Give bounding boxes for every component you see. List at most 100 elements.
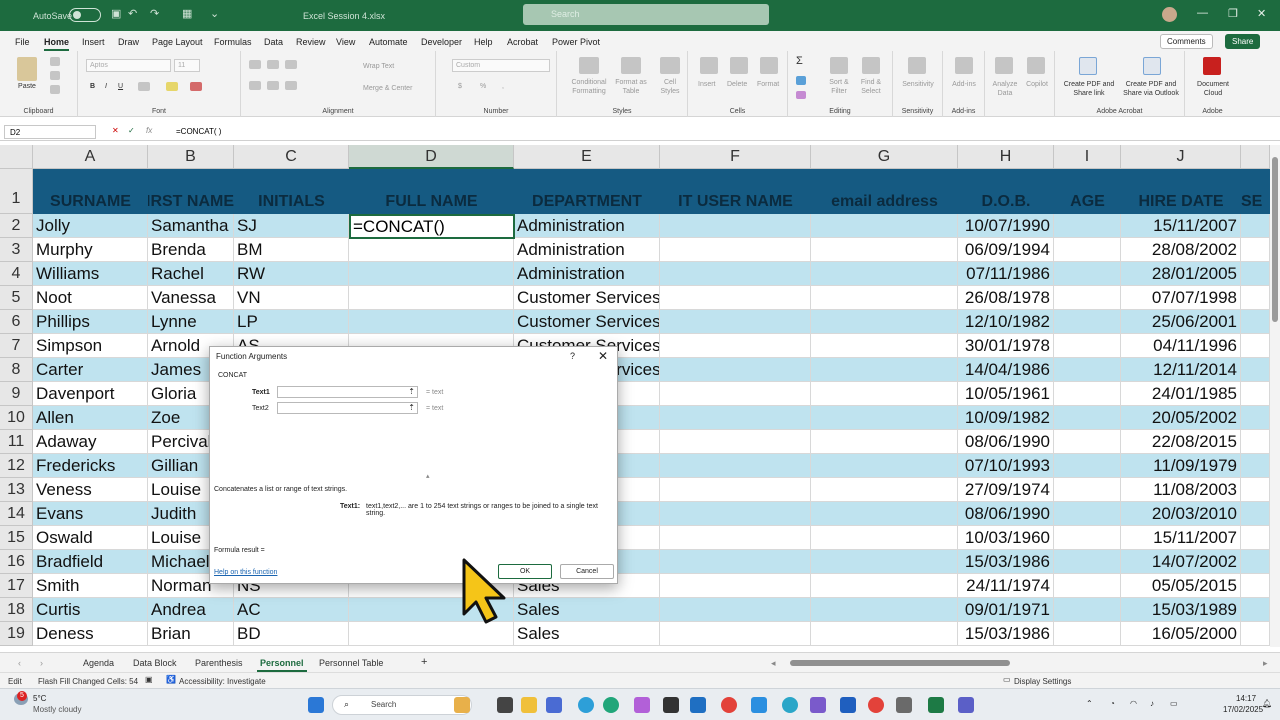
empty-cell[interactable] (1054, 622, 1121, 646)
dob-cell[interactable]: 10/05/1961 (958, 382, 1054, 406)
cancel-icon[interactable]: ✕ (112, 126, 119, 135)
empty-cell[interactable] (660, 286, 811, 310)
menu-home[interactable]: Home (44, 37, 70, 51)
merge-center-button[interactable]: Merge & Center (363, 84, 412, 93)
dob-cell[interactable]: 07/11/1986 (958, 262, 1054, 286)
format-painter-icon[interactable] (50, 85, 60, 94)
surname-cell[interactable]: Deness (33, 622, 148, 646)
create-pdf-link-icon[interactable] (1079, 57, 1097, 75)
empty-cell[interactable] (660, 358, 811, 382)
dob-cell[interactable]: 15/03/1986 (958, 622, 1054, 646)
add-sheet-icon[interactable]: + (421, 656, 427, 668)
row-header[interactable]: 3 (0, 238, 33, 262)
empty-cell[interactable] (660, 406, 811, 430)
row-header[interactable]: 19 (0, 622, 33, 646)
empty-cell[interactable] (811, 262, 958, 286)
empty-cell[interactable] (811, 478, 958, 502)
edge-dev-icon[interactable] (603, 697, 619, 713)
tab-personnel-table[interactable]: Personnel Table (319, 658, 383, 668)
display-settings-button[interactable]: Display Settings (1014, 677, 1071, 686)
empty-cell[interactable] (811, 574, 958, 598)
restore-icon[interactable]: ❐ (1228, 7, 1238, 20)
align-left-icon[interactable] (249, 81, 261, 90)
tray-volume-icon[interactable]: ♪ (1150, 699, 1154, 708)
text1-input[interactable]: ⇡ (277, 386, 418, 398)
row-header[interactable]: 11 (0, 430, 33, 454)
menu-automate[interactable]: Automate (369, 37, 408, 47)
row-header[interactable]: 18 (0, 598, 33, 622)
format-cells-icon[interactable] (760, 57, 778, 74)
empty-cell[interactable] (349, 286, 514, 310)
empty-cell[interactable] (1241, 526, 1270, 550)
tab-parenthesis[interactable]: Parenthesis (195, 658, 243, 668)
tray-wifi-icon[interactable]: ◠ (1130, 699, 1137, 708)
font-color-icon[interactable] (190, 82, 202, 91)
display-settings-icon[interactable]: ▭ (1003, 675, 1011, 684)
dob-cell[interactable]: 14/04/1986 (958, 358, 1054, 382)
sort-filter-button[interactable]: Sort & Filter (824, 78, 854, 96)
empty-cell[interactable] (1054, 214, 1121, 238)
hire-date-cell[interactable]: 24/01/1985 (1121, 382, 1241, 406)
department-cell[interactable]: Administration (514, 238, 660, 262)
empty-cell[interactable] (660, 622, 811, 646)
close-icon[interactable]: ✕ (1257, 7, 1266, 20)
first-name-cell[interactable]: Andrea (148, 598, 234, 622)
bold-icon[interactable]: B (90, 82, 95, 91)
align-right-icon[interactable] (285, 81, 297, 90)
empty-cell[interactable] (1241, 598, 1270, 622)
empty-cell[interactable] (1241, 478, 1270, 502)
teams-icon[interactable] (958, 697, 974, 713)
dob-cell[interactable]: 10/03/1960 (958, 526, 1054, 550)
column-header-a[interactable]: A (33, 145, 148, 169)
hire-date-cell[interactable]: 04/11/1996 (1121, 334, 1241, 358)
undo-icon[interactable]: ↶ (128, 8, 140, 20)
empty-cell[interactable] (660, 478, 811, 502)
column-header-k[interactable] (1241, 145, 1270, 169)
empty-cell[interactable] (1241, 550, 1270, 574)
empty-cell[interactable] (660, 382, 811, 406)
row-header[interactable]: 13 (0, 478, 33, 502)
empty-cell[interactable] (811, 286, 958, 310)
empty-cell[interactable] (811, 454, 958, 478)
tray-network-icon[interactable]: ◔ (1110, 699, 1115, 708)
paste-icon[interactable] (17, 57, 37, 81)
search-input[interactable]: Search (523, 4, 769, 25)
surname-cell[interactable]: Noot (33, 286, 148, 310)
dialog-help-icon[interactable]: ? (570, 351, 575, 361)
surname-cell[interactable]: Veness (33, 478, 148, 502)
outlook-icon[interactable] (690, 697, 706, 713)
copilot-app-icon[interactable] (634, 697, 650, 713)
tray-chevron-icon[interactable]: ⌃ (1086, 699, 1093, 708)
initials-cell[interactable]: LP (234, 310, 349, 334)
initials-cell[interactable]: BD (234, 622, 349, 646)
app-icon-4[interactable] (896, 697, 912, 713)
initials-cell[interactable]: RW (234, 262, 349, 286)
font-size-select[interactable]: 11 (174, 59, 200, 72)
edge-icon[interactable] (578, 697, 594, 713)
empty-cell[interactable] (1241, 310, 1270, 334)
department-cell[interactable]: Administration (514, 262, 660, 286)
hire-date-cell[interactable]: 11/08/2003 (1121, 478, 1241, 502)
row-header[interactable]: 6 (0, 310, 33, 334)
empty-cell[interactable] (1054, 382, 1121, 406)
app-icon-3[interactable] (810, 697, 826, 713)
tab-data-block[interactable]: Data Block (133, 658, 177, 668)
align-bottom-icon[interactable] (285, 60, 297, 69)
department-cell[interactable]: Administration (514, 214, 660, 238)
empty-cell[interactable] (349, 310, 514, 334)
hire-date-cell[interactable]: 11/09/1979 (1121, 454, 1241, 478)
comma-icon[interactable]: , (502, 82, 504, 91)
create-pdf-link-button[interactable]: Create PDF and Share link (1061, 80, 1117, 98)
empty-cell[interactable] (1054, 478, 1121, 502)
menu-data[interactable]: Data (264, 37, 283, 47)
dob-cell[interactable]: 26/08/1978 (958, 286, 1054, 310)
department-cell[interactable]: Customer Services (514, 286, 660, 310)
surname-cell[interactable]: Bradfield (33, 550, 148, 574)
empty-cell[interactable] (811, 358, 958, 382)
empty-cell[interactable] (1054, 262, 1121, 286)
dob-cell[interactable]: 24/11/1974 (958, 574, 1054, 598)
column-header-g[interactable]: G (811, 145, 958, 169)
hire-date-cell[interactable]: 07/07/1998 (1121, 286, 1241, 310)
empty-cell[interactable] (1054, 358, 1121, 382)
vertical-scroll-thumb[interactable] (1272, 157, 1278, 322)
